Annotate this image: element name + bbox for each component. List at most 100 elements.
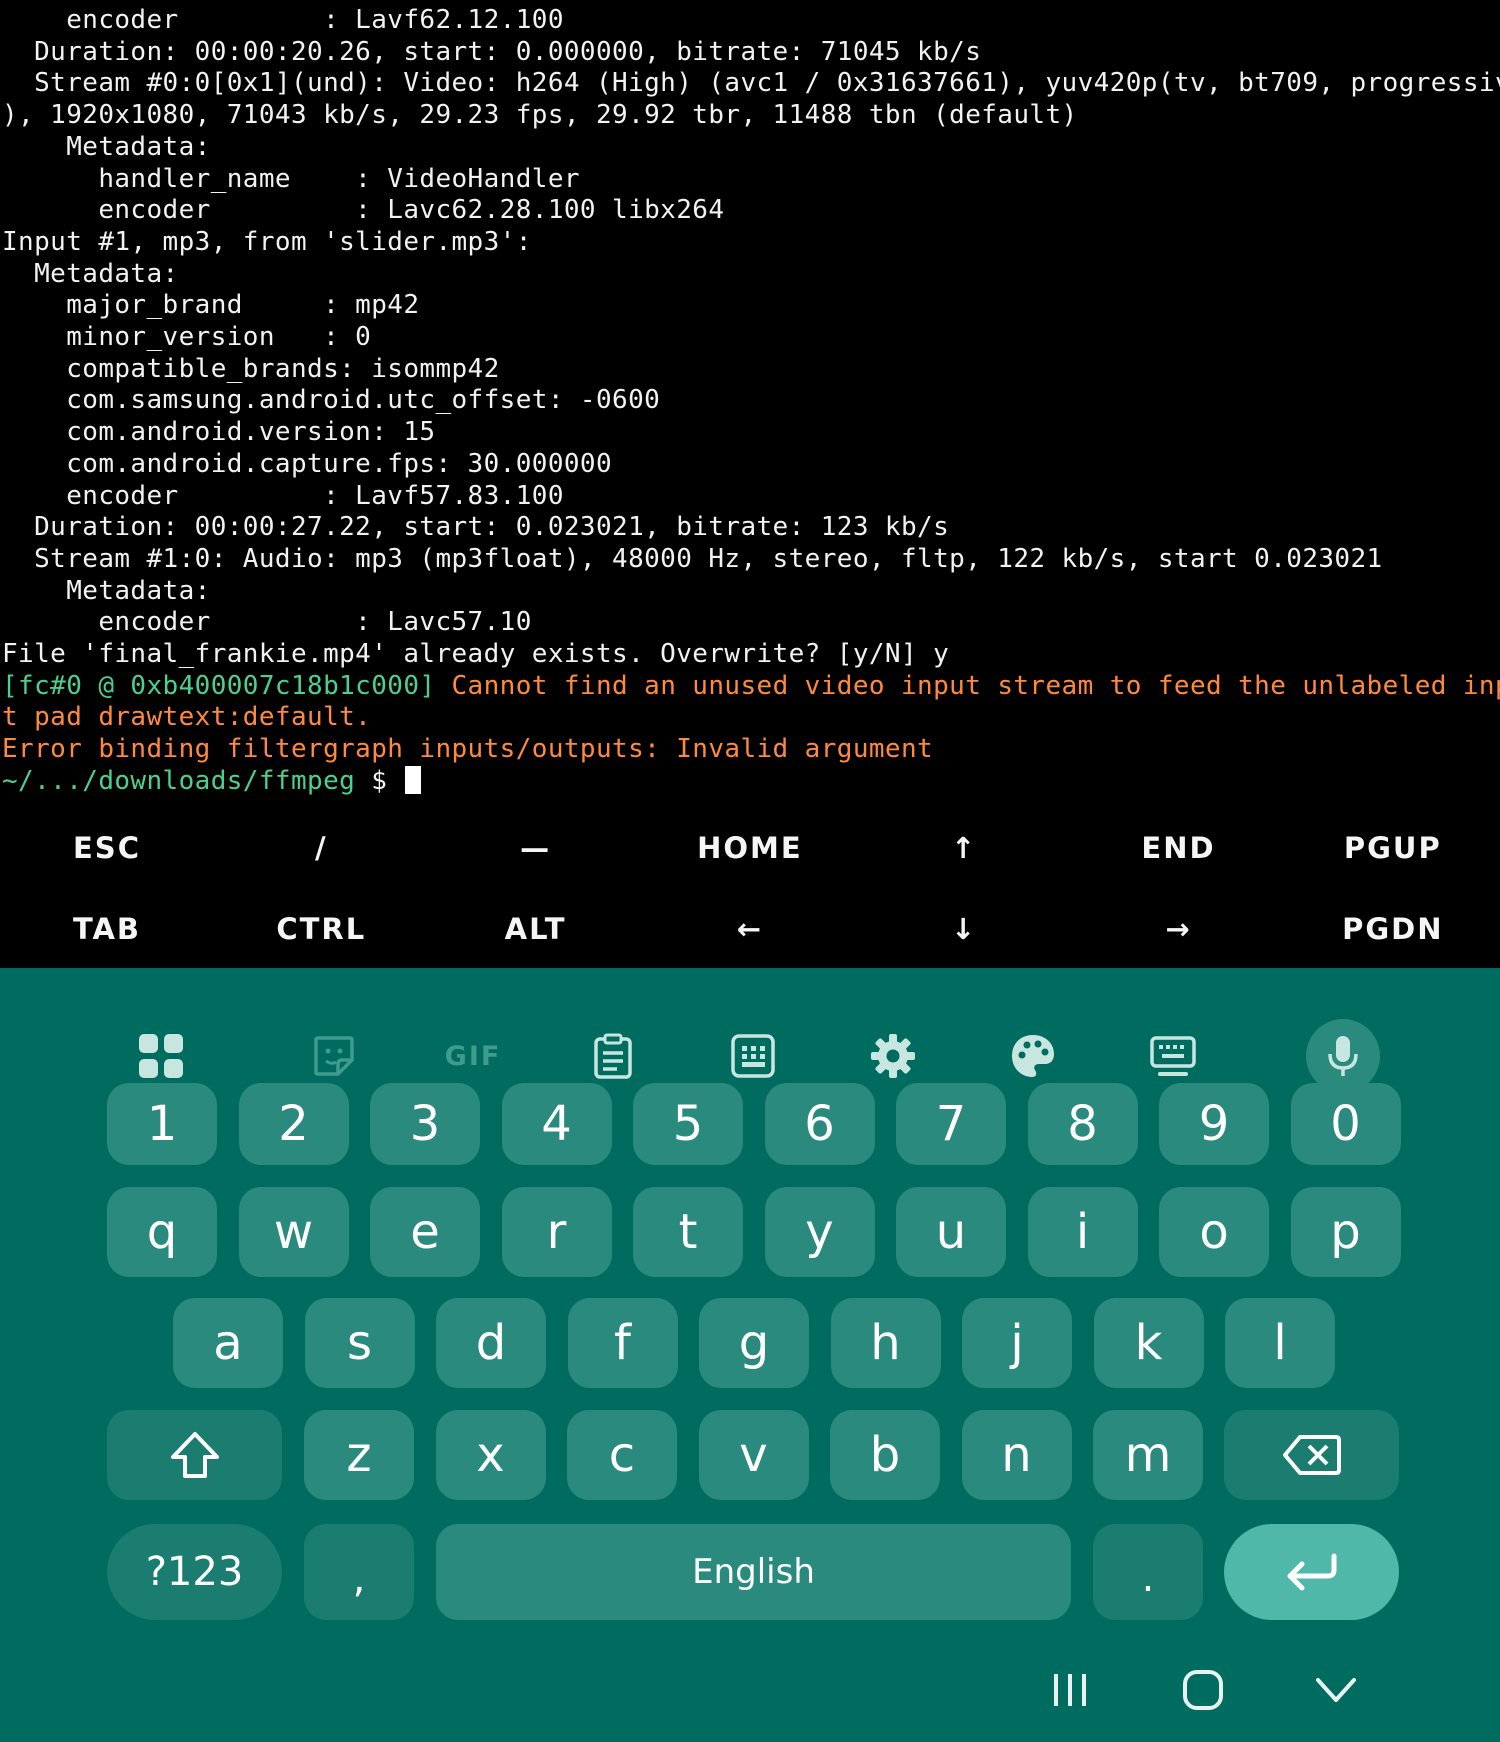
terminal-line: encoder : Lavf57.83.100 (2, 480, 564, 511)
key-1[interactable]: 1 (107, 1083, 217, 1165)
key-b[interactable]: b (830, 1410, 940, 1500)
terminal-line: major_brand : mp42 (2, 290, 420, 321)
extra-keys-bar: ESC / — HOME ↑ END PGUP TAB CTRL ALT ← ↓ → PGDN (0, 800, 1500, 968)
key-7[interactable]: 7 (896, 1083, 1006, 1165)
key-e[interactable]: e (370, 1187, 480, 1277)
space-bar[interactable]: English (436, 1524, 1071, 1620)
key-d[interactable]: d (436, 1298, 546, 1388)
terminal-line: com.android.version: 15 (2, 417, 436, 448)
key-q[interactable]: q (107, 1187, 217, 1277)
extra-key-alt[interactable]: ALT (429, 888, 643, 970)
terminal-line: Stream #0:0[0x1](und): Video: h264 (High… (2, 68, 1500, 99)
extra-key-ctrl[interactable]: CTRL (214, 888, 428, 970)
backspace-icon (1282, 1435, 1341, 1475)
key-f[interactable]: f (567, 1298, 678, 1388)
filtergraph-context-prefix: [fc#0 @ 0xb400007c18b1c000] (2, 670, 436, 701)
key-a[interactable]: a (173, 1298, 283, 1388)
key-i[interactable]: i (1027, 1187, 1138, 1277)
extra-key-symbol[interactable]: ↑ (857, 807, 1071, 889)
terminal-line: minor_version : 0 (2, 322, 372, 352)
extra-key-pgdn[interactable]: PGDN (1286, 888, 1500, 970)
prompt-path: ~/.../downloads/ffmpeg (2, 765, 356, 796)
error-line: t pad drawtext:default. (2, 702, 372, 733)
period-label: . (1141, 1555, 1155, 1601)
period-key[interactable]: . (1093, 1524, 1203, 1620)
extra-key-esc[interactable]: ESC (0, 807, 214, 889)
key-n[interactable]: n (961, 1410, 1072, 1500)
extra-key-pgup[interactable]: PGUP (1286, 807, 1500, 889)
comma-key[interactable]: , (304, 1524, 414, 1620)
extra-key-symbol[interactable]: ← (643, 888, 857, 970)
terminal-line: encoder : Lavf62.12.100 (2, 5, 564, 35)
shift-icon (170, 1432, 219, 1478)
key-o[interactable]: o (1159, 1187, 1269, 1277)
error-message: Cannot find an unused video input stream… (435, 670, 1500, 701)
key-9[interactable]: 9 (1159, 1083, 1269, 1165)
home-icon[interactable] (1158, 1655, 1248, 1725)
error-line: [fc#0 @ 0xb400007c18b1c000] Cannot find … (2, 670, 1500, 702)
terminal-line: ), 1920x1080, 71043 kb/s, 29.23 fps, 29.… (2, 100, 1078, 131)
terminal-line: Duration: 00:00:20.26, start: 0.000000, … (2, 36, 982, 67)
extra-key-symbol[interactable]: — (429, 807, 643, 889)
extra-key-symbol[interactable]: → (1072, 888, 1286, 970)
key-m[interactable]: m (1093, 1410, 1203, 1500)
error-line: Error binding filtergraph inputs/outputs… (2, 734, 934, 765)
key-s[interactable]: s (304, 1298, 415, 1388)
terminal-output[interactable]: encoder : Lavf62.12.100 Duration: 00:00:… (0, 0, 1500, 800)
hide-keyboard-icon[interactable] (1291, 1655, 1381, 1725)
key-8[interactable]: 8 (1027, 1083, 1138, 1165)
terminal-line: handler_name : VideoHandler (2, 163, 580, 194)
key-x[interactable]: x (435, 1410, 546, 1500)
extra-key-symbol[interactable]: ↓ (857, 888, 1071, 970)
enter-key[interactable] (1224, 1524, 1399, 1620)
terminal-line: Metadata: (2, 131, 211, 162)
terminal-line: encoder : Lavc62.28.100 libx264 (2, 195, 725, 226)
key-l[interactable]: l (1225, 1298, 1335, 1388)
key-t[interactable]: t (633, 1187, 743, 1277)
key-3[interactable]: 3 (370, 1083, 480, 1165)
key-0[interactable]: 0 (1290, 1083, 1401, 1165)
key-p[interactable]: p (1290, 1187, 1401, 1277)
recent-apps-icon[interactable] (1025, 1655, 1115, 1725)
key-k[interactable]: k (1093, 1298, 1204, 1388)
terminal-line: Input #1, mp3, from 'slider.mp3': (2, 226, 532, 257)
gif-label: GIF (444, 1040, 502, 1072)
key-4[interactable]: 4 (501, 1083, 612, 1165)
terminal-line: com.samsung.android.utc_offset: -0600 (2, 385, 661, 416)
terminal-line: Stream #1:0: Audio: mp3 (mp3float), 4800… (2, 543, 1383, 574)
text-cursor (405, 765, 422, 794)
terminal-line: Metadata: (2, 575, 211, 606)
extra-key-home[interactable]: HOME (643, 807, 857, 889)
terminal-line: encoder : Lavc57.10 (2, 607, 532, 638)
terminal-line: com.android.capture.fps: 30.000000 (2, 448, 613, 479)
terminal-line: Metadata: (2, 258, 179, 289)
extra-key-end[interactable]: END (1072, 807, 1286, 889)
microphone-icon (1328, 1036, 1358, 1076)
key-6[interactable]: 6 (764, 1083, 875, 1165)
key-y[interactable]: y (764, 1187, 875, 1277)
key-j[interactable]: j (962, 1298, 1072, 1388)
key-c[interactable]: c (567, 1410, 677, 1500)
key-w[interactable]: w (238, 1187, 349, 1277)
key-2[interactable]: 2 (238, 1083, 349, 1165)
key-h[interactable]: h (830, 1298, 941, 1388)
key-z[interactable]: z (304, 1410, 414, 1500)
comma-label: , (352, 1556, 366, 1602)
extra-key-tab[interactable]: TAB (0, 888, 214, 970)
key-r[interactable]: r (501, 1187, 612, 1277)
prompt-symbol: $ (355, 765, 404, 796)
shell-prompt: ~/.../downloads/ffmpeg $ (2, 765, 422, 797)
key-5[interactable]: 5 (633, 1083, 743, 1165)
key-g[interactable]: g (699, 1298, 809, 1388)
terminal-line: File 'final_frankie.mp4' already exists.… (2, 639, 950, 669)
symbols-key[interactable]: ?123 (107, 1524, 282, 1620)
shift-key[interactable] (107, 1410, 282, 1500)
soft-keyboard: GIF ?123 , English . 1 2 3 4 5 6 7 8 9 0… (0, 968, 1500, 1742)
terminal-line: Duration: 00:00:27.22, start: 0.023021, … (2, 512, 950, 543)
backspace-key[interactable] (1224, 1410, 1399, 1500)
enter-icon (1287, 1553, 1336, 1591)
key-v[interactable]: v (698, 1410, 809, 1500)
key-u[interactable]: u (896, 1187, 1006, 1277)
terminal-line: compatible_brands: isommp42 (2, 353, 500, 384)
extra-key-symbol[interactable]: / (214, 807, 428, 889)
